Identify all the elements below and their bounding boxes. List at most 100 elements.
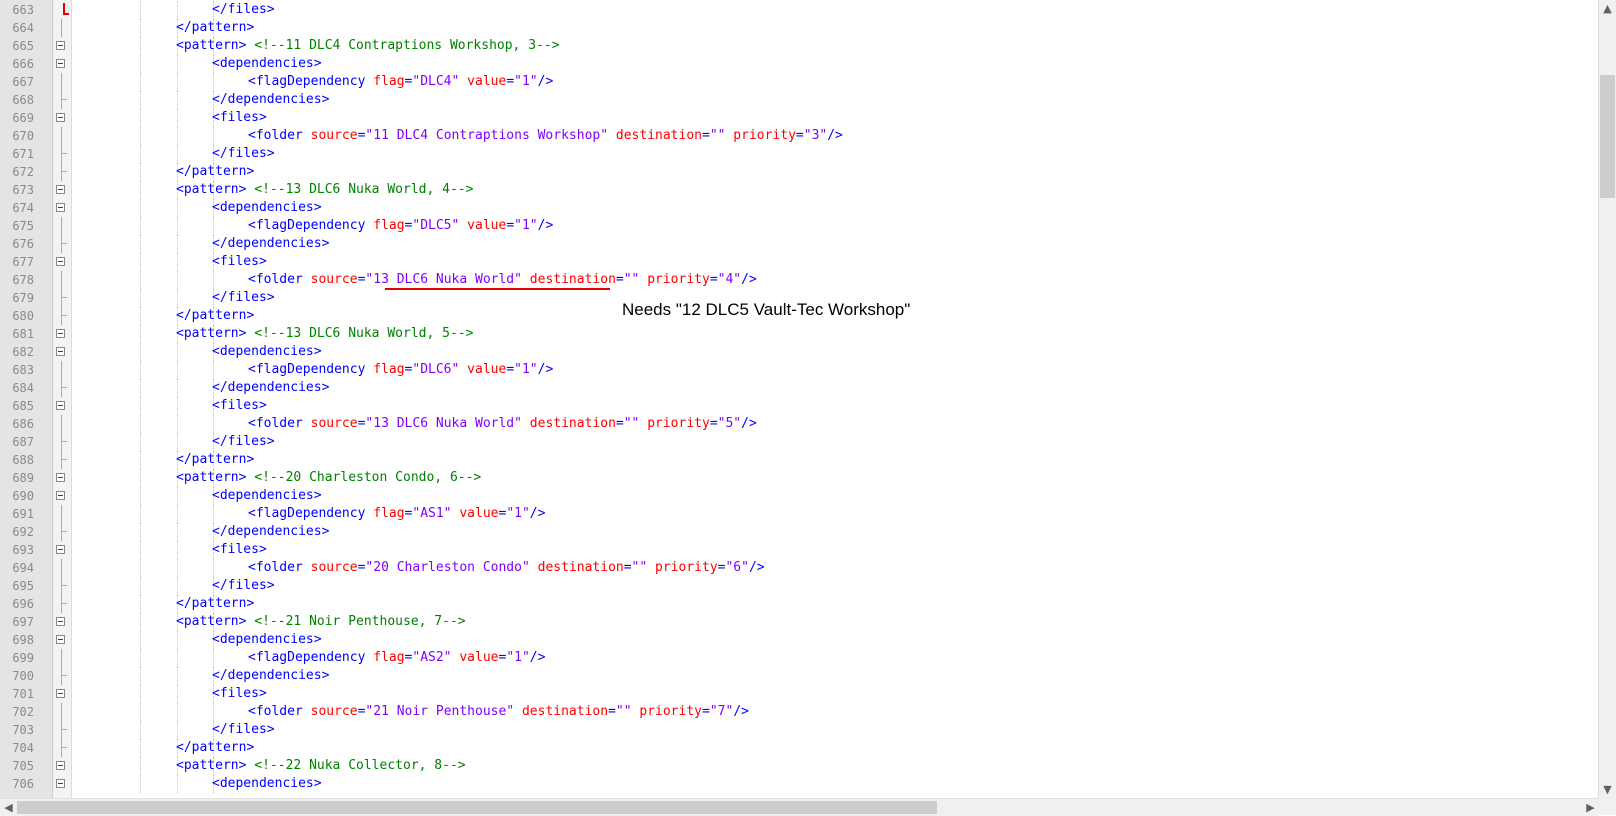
- code-line[interactable]: 691 <flagDependency flag="AS1" value="1"/…: [0, 505, 1599, 523]
- horizontal-scroll-thumb[interactable]: [17, 801, 937, 814]
- code-text: </dependencies>: [212, 523, 329, 541]
- code-line[interactable]: 674 <dependencies>: [0, 199, 1599, 217]
- code-line[interactable]: 705 <pattern> <!--22 Nuka Collector, 8-->: [0, 757, 1599, 775]
- scroll-right-arrow-icon[interactable]: ▶: [1582, 799, 1599, 816]
- code-line[interactable]: 706 <dependencies>: [0, 775, 1599, 793]
- vertical-scroll-thumb[interactable]: [1600, 75, 1615, 198]
- code-line[interactable]: 695 </files>: [0, 577, 1599, 595]
- code-line[interactable]: 663 </files>: [0, 1, 1599, 19]
- code-line[interactable]: 670 <folder source = "11 DLC4 Contraptions …: [0, 127, 1599, 145]
- code-line[interactable]: 692 </dependencies>: [0, 523, 1599, 541]
- code-line[interactable]: 675 <flagDependency flag="DLC5" value="1"…: [0, 217, 1599, 235]
- code-line[interactable]: 669 <files>: [0, 109, 1599, 127]
- code-line[interactable]: 681 <pattern> <!--13 DLC6 Nuka World, 5--…: [0, 325, 1599, 343]
- indent-guide: [140, 1, 141, 19]
- token-tag: <folder: [248, 704, 303, 719]
- scroll-down-arrow-icon[interactable]: ▼: [1599, 781, 1616, 798]
- indent-guide: [213, 559, 214, 577]
- token-tag: <dependencies>: [212, 344, 322, 359]
- horizontal-scrollbar[interactable]: ◀ ▶: [0, 798, 1599, 816]
- code-line[interactable]: 676 </dependencies>: [0, 235, 1599, 253]
- code-line[interactable]: 688 </pattern>: [0, 451, 1599, 469]
- fold-toggle-icon[interactable]: [56, 257, 65, 266]
- code-line[interactable]: 693 <files>: [0, 541, 1599, 559]
- token-tag: =: [506, 218, 515, 233]
- code-line[interactable]: 694 <folder source = "20 Charleston Condo" …: [0, 559, 1599, 577]
- fold-toggle-icon[interactable]: [56, 545, 65, 554]
- indent-guide: [213, 505, 214, 523]
- token-attr: priority: [655, 560, 718, 575]
- fold-toggle-icon[interactable]: [56, 401, 65, 410]
- fold-tree-line: [61, 595, 62, 613]
- code-line[interactable]: 673 <pattern> <!--13 DLC6 Nuka World, 4--…: [0, 181, 1599, 199]
- token-tag: <files>: [212, 110, 267, 125]
- token-val: "1": [514, 74, 538, 89]
- code-text: </files>: [212, 1, 275, 19]
- scroll-left-arrow-icon[interactable]: ◀: [0, 799, 17, 816]
- code-line[interactable]: 666 <dependencies>: [0, 55, 1599, 73]
- code-line[interactable]: 690 <dependencies>: [0, 487, 1599, 505]
- token-tag: />: [748, 560, 765, 575]
- indent-guide: [177, 289, 178, 307]
- code-editor[interactable]: 663 </files> 664 </pattern> 665 <pattern> <!-…: [0, 0, 1599, 798]
- code-line[interactable]: 685 <files>: [0, 397, 1599, 415]
- code-line[interactable]: 683 <flagDependency flag="DLC6" value="1"…: [0, 361, 1599, 379]
- token-val: "AS2": [412, 650, 452, 665]
- code-line[interactable]: 704 </pattern>: [0, 739, 1599, 757]
- vertical-scrollbar[interactable]: ▲ ▼: [1598, 0, 1616, 798]
- fold-toggle-icon[interactable]: [56, 779, 65, 788]
- fold-toggle-icon[interactable]: [56, 689, 65, 698]
- code-line[interactable]: 672 </pattern>: [0, 163, 1599, 181]
- line-number: 700: [12, 669, 34, 683]
- indent-guide: [177, 361, 178, 379]
- code-line[interactable]: 667 <flagDependency flag="DLC4" value="1"…: [0, 73, 1599, 91]
- fold-toggle-icon[interactable]: [56, 113, 65, 122]
- fold-toggle-icon[interactable]: [56, 617, 65, 626]
- code-line[interactable]: 668 </dependencies>: [0, 91, 1599, 109]
- code-line[interactable]: 702 <folder source = "21 Noir Penthouse" de…: [0, 703, 1599, 721]
- code-text: </dependencies>: [212, 235, 329, 253]
- token-val: "1": [506, 650, 530, 665]
- fold-toggle-icon[interactable]: [56, 473, 65, 482]
- code-line[interactable]: 686 <folder source = "13 DLC6 Nuka World" d…: [0, 415, 1599, 433]
- code-line[interactable]: 700 </dependencies>: [0, 667, 1599, 685]
- code-line[interactable]: 664 </pattern>: [0, 19, 1599, 37]
- fold-toggle-icon[interactable]: [56, 347, 65, 356]
- fold-toggle-icon[interactable]: [56, 41, 65, 50]
- scrollbar-corner: [1599, 798, 1616, 815]
- code-line[interactable]: 684 </dependencies>: [0, 379, 1599, 397]
- fold-toggle-icon[interactable]: [56, 59, 65, 68]
- indent-guide: [177, 217, 178, 235]
- code-line[interactable]: 703 </files>: [0, 721, 1599, 739]
- fold-toggle-icon[interactable]: [56, 491, 65, 500]
- fold-toggle-icon[interactable]: [56, 203, 65, 212]
- fold-toggle-icon[interactable]: [56, 761, 65, 770]
- fold-toggle-icon[interactable]: [56, 329, 65, 338]
- scroll-up-arrow-icon[interactable]: ▲: [1599, 0, 1616, 17]
- code-line[interactable]: 699 <flagDependency flag="AS2" value="1"/…: [0, 649, 1599, 667]
- fold-end-mark: [61, 603, 67, 604]
- token-attr: source: [310, 128, 358, 143]
- code-line[interactable]: 671 </files>: [0, 145, 1599, 163]
- fold-toggle-icon[interactable]: [56, 185, 65, 194]
- fold-tree-line: [61, 91, 62, 109]
- code-line[interactable]: 687 </files>: [0, 433, 1599, 451]
- code-line[interactable]: 682 <dependencies>: [0, 343, 1599, 361]
- fold-toggle-icon[interactable]: [56, 635, 65, 644]
- token-tag: </files>: [212, 578, 275, 593]
- code-line[interactable]: 701 <files>: [0, 685, 1599, 703]
- change-marker: [63, 13, 69, 15]
- line-number: 674: [12, 201, 34, 215]
- code-line[interactable]: 697 <pattern> <!--21 Noir Penthouse, 7-->: [0, 613, 1599, 631]
- token-attr: flag: [373, 362, 405, 377]
- token-tag: />: [537, 362, 554, 377]
- code-line[interactable]: 665 <pattern> <!--11 DLC4 Contraptions Wo…: [0, 37, 1599, 55]
- code-line[interactable]: 696 </pattern>: [0, 595, 1599, 613]
- code-line[interactable]: 698 <dependencies>: [0, 631, 1599, 649]
- token-tag: <flagDependency: [248, 506, 366, 521]
- code-line[interactable]: 689 <pattern> <!--20 Charleston Condo, 6-…: [0, 469, 1599, 487]
- code-line[interactable]: 678 <folder source = "13 DLC6 Nuka World" d…: [0, 271, 1599, 289]
- token-cm: <!--13 DLC6 Nuka World, 4-->: [254, 182, 474, 197]
- code-line[interactable]: 677 <files>: [0, 253, 1599, 271]
- token-tag: <dependencies>: [212, 776, 322, 791]
